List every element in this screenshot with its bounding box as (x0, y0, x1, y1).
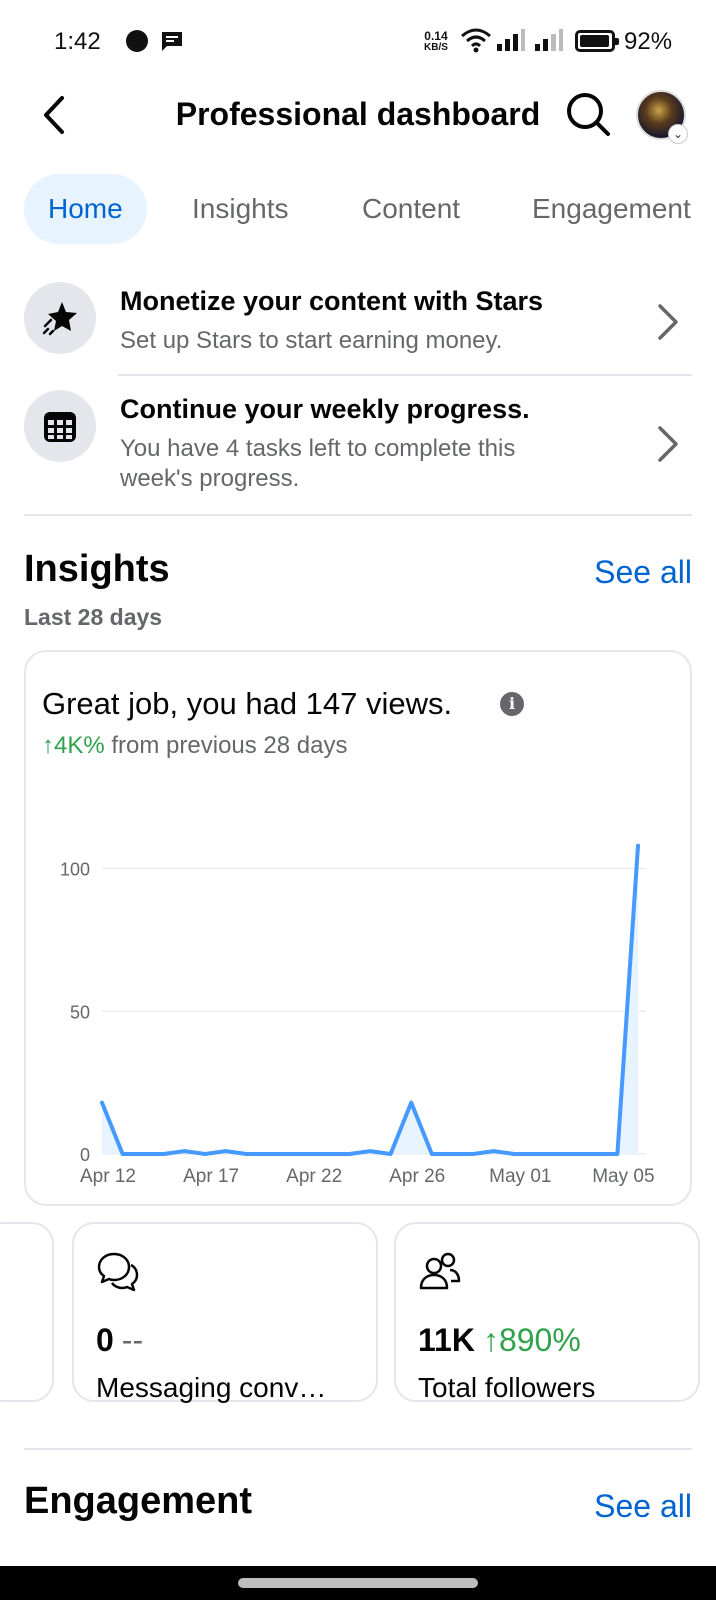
tab-insights[interactable]: Insights (192, 174, 289, 244)
search-icon[interactable] (564, 90, 612, 138)
insights-see-all-link[interactable]: See all (594, 554, 692, 591)
network-speed-unit: KB/S (424, 42, 448, 53)
series-line (100, 843, 640, 1156)
signal-strength-icon (535, 29, 563, 51)
battery-icon (575, 30, 619, 52)
battery-percent: 92% (624, 28, 673, 55)
x-tick-label: May 01 (489, 1166, 551, 1187)
calendar-icon (44, 412, 76, 442)
stars-icon (42, 302, 77, 336)
system-navigation-bar (0, 1566, 716, 1600)
followers-count: 11K (418, 1322, 475, 1358)
y-tick-label: 50 (70, 1002, 90, 1022)
tab-bar: Home Insights Content Engagement (0, 172, 716, 248)
x-tick-label: Apr 26 (389, 1166, 445, 1187)
message-notification-icon (162, 32, 182, 51)
x-tick-label: May 05 (592, 1166, 654, 1187)
tab-engagement[interactable]: Engagement (532, 174, 691, 244)
messaging-change: -- (121, 1322, 144, 1358)
chat-bubbles-icon (97, 1252, 139, 1292)
wifi-icon (461, 28, 491, 53)
status-time: 1:42 (54, 28, 101, 55)
metric-value: 0 -- (96, 1322, 143, 1359)
metric-value: 11K ↑890% (418, 1322, 581, 1359)
followers-icon (419, 1252, 461, 1290)
metric-label: Total followers (418, 1372, 596, 1403)
task-title: Monetize your content with Stars (120, 286, 544, 316)
metric-card-followers[interactable]: 11K ↑890% Total followers (394, 1222, 700, 1403)
y-tick-label: 0 (80, 1145, 90, 1165)
stars-icon-circle (24, 282, 96, 354)
chevron-down-icon[interactable]: ⌄ (668, 124, 688, 144)
weekly-progress-row[interactable]: Continue your weekly progress. You have … (24, 390, 692, 500)
metric-card-partial[interactable] (0, 1222, 54, 1402)
messaging-count: 0 (96, 1322, 114, 1358)
home-gesture-handle[interactable] (238, 1578, 478, 1588)
notification-dot-icon (126, 30, 148, 52)
calendar-icon-circle (24, 390, 96, 462)
network-speed-value: 0.14 (424, 29, 448, 43)
signal-strength-icon (497, 29, 525, 51)
chevron-right-icon (658, 426, 678, 462)
tab-home[interactable]: Home (24, 174, 147, 244)
task-title: Continue your weekly progress. (120, 394, 530, 424)
series-area (102, 845, 638, 1154)
divider (24, 514, 692, 516)
views-insight-card[interactable]: Great job, you had 147 views. i ↑4K% fro… (24, 650, 692, 1206)
x-tick-label: Apr 12 (80, 1166, 136, 1187)
metric-card-messaging[interactable]: 0 -- Messaging conv… (72, 1222, 378, 1403)
engagement-section-title: Engagement (24, 1480, 253, 1522)
insights-section-title: Insights (24, 548, 170, 590)
top-app-bar: Professional dashboard ⌄ (0, 82, 716, 148)
engagement-see-all-link[interactable]: See all (594, 1488, 692, 1525)
followers-change: ↑890% (482, 1322, 581, 1358)
x-tick-label: Apr 17 (183, 1166, 239, 1187)
divider (24, 1448, 692, 1450)
divider (118, 374, 692, 376)
y-tick-label: 100 (60, 860, 90, 880)
monetize-stars-row[interactable]: Monetize your content with Stars Set up … (24, 282, 692, 374)
metric-label: Messaging conv… (96, 1372, 327, 1403)
task-subtitle: Set up Stars to start earning money. (120, 327, 503, 354)
task-subtitle: You have 4 tasks left to complete this w… (120, 435, 516, 492)
views-chart: 0 50 100 Apr 12 Apr 17 Apr 22 Apr 26 May 01 May … (60, 843, 655, 1187)
insights-period: Last 28 days (24, 604, 163, 630)
status-bar: 1:42 0.14 KB/S 92% (0, 0, 716, 82)
network-speed: 0.14 KB/S (424, 30, 448, 54)
x-tick-label: Apr 22 (286, 1166, 342, 1187)
chevron-right-icon (658, 304, 678, 340)
tab-content[interactable]: Content (362, 174, 460, 244)
